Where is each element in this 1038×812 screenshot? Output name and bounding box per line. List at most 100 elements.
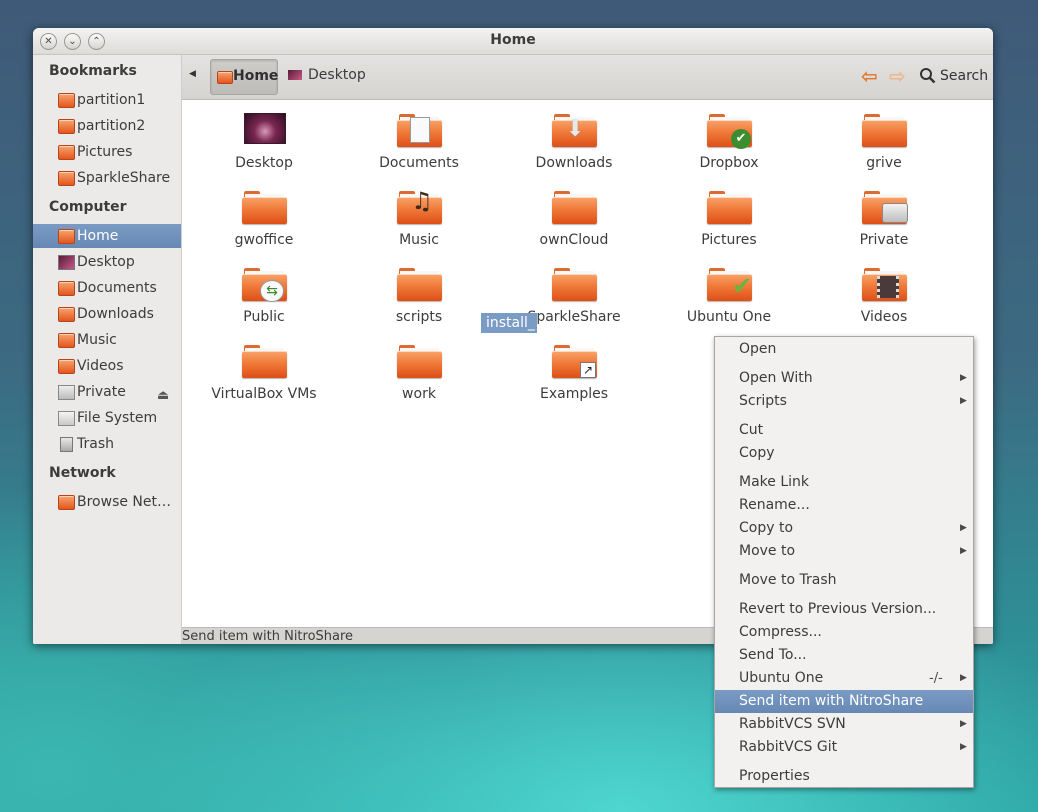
search-icon [920, 68, 936, 84]
menu-item-rename[interactable]: Rename... [715, 494, 973, 517]
file-item[interactable]: ✔ Ubuntu One [654, 254, 804, 326]
file-item[interactable]: ✔ Dropbox [654, 100, 804, 172]
menu-item-label: Compress... [739, 624, 822, 640]
breadcrumb-home[interactable]: Home [210, 59, 278, 95]
file-item[interactable]: Documents [344, 100, 494, 172]
folder-icon [58, 145, 75, 160]
menu-item-open[interactable]: Open [715, 338, 973, 361]
menu-item-ubuntu-one[interactable]: Ubuntu One -/- ▶ [715, 667, 973, 690]
selected-file-label[interactable]: install_ [481, 313, 537, 333]
sidebar-item-sparkleshare[interactable]: SparkleShare [33, 166, 181, 190]
submenu-arrow-icon: ▶ [960, 742, 967, 752]
eject-icon[interactable]: ⏏ [157, 384, 169, 408]
file-item[interactable]: ⬇ Downloads [499, 100, 649, 172]
file-item[interactable]: VirtualBox VMs [189, 331, 339, 403]
folder-public-icon: ⇆ [242, 268, 287, 302]
folder-private-icon [862, 191, 908, 224]
folder-documents-icon [397, 114, 442, 147]
sidebar-item-file-system[interactable]: File System [33, 406, 181, 430]
sidebar-item-videos[interactable]: Videos [33, 354, 181, 378]
file-item[interactable]: Desktop [189, 100, 339, 172]
sidebar-item-label: partition2 [77, 118, 146, 134]
submenu-arrow-icon: ▶ [960, 673, 967, 683]
file-item[interactable]: ♫ Music [344, 177, 494, 249]
menu-item-label: Move to Trash [739, 572, 837, 588]
sidebar-item-desktop[interactable]: Desktop [33, 250, 181, 274]
folder-link-icon: ↗ [552, 345, 597, 378]
submenu-arrow-icon: ▶ [960, 546, 967, 556]
context-menu: Open Open With ▶ Scripts ▶ Cut Copy Make Link Re… [714, 336, 974, 788]
folder-icon [707, 191, 752, 224]
menu-item-send-to[interactable]: Send To... [715, 644, 973, 667]
downloads-folder-icon [58, 307, 75, 322]
menu-item-cut[interactable]: Cut [715, 419, 973, 442]
menu-item-label: Send To... [739, 647, 807, 663]
menu-item-label: Cut [739, 422, 764, 438]
file-name: Ubuntu One [686, 309, 772, 325]
file-item[interactable]: Videos [809, 254, 959, 326]
menu-item-copy-to[interactable]: Copy to ▶ [715, 517, 973, 540]
home-folder-icon [58, 229, 75, 244]
file-item[interactable]: Pictures [654, 177, 804, 249]
file-item[interactable]: ↗ Examples [499, 331, 649, 403]
folder-icon [58, 171, 75, 186]
file-item[interactable]: scripts [344, 254, 494, 326]
sidebar-item-partition1[interactable]: partition1 [33, 88, 181, 112]
menu-item-properties[interactable]: Properties [715, 765, 973, 788]
menu-item-compress[interactable]: Compress... [715, 621, 973, 644]
sidebar-item-label: Documents [77, 280, 157, 296]
folder-icon [552, 191, 597, 224]
menu-item-open-with[interactable]: Open With ▶ [715, 367, 973, 390]
file-name: VirtualBox VMs [211, 386, 317, 402]
menu-item-send-item-with-nitroshare[interactable]: Send item with NitroShare [715, 690, 973, 713]
folder-downloads-icon: ⬇ [552, 114, 597, 147]
sidebar-header-network: Network [49, 465, 116, 481]
menu-item-revert-to-previous-version[interactable]: Revert to Previous Version... [715, 598, 973, 621]
folder-dropbox-icon: ✔ [707, 114, 752, 149]
sidebar-item-label: Trash [77, 436, 114, 452]
menu-item-scripts[interactable]: Scripts ▶ [715, 390, 973, 413]
file-name: gwoffice [234, 232, 294, 248]
file-name: Pictures [701, 232, 757, 248]
sidebar-item-downloads[interactable]: Downloads [33, 302, 181, 326]
forward-arrow-icon[interactable]: ⇨ [889, 64, 906, 88]
menu-item-copy[interactable]: Copy [715, 442, 973, 465]
submenu-arrow-icon: ▶ [960, 719, 967, 729]
sidebar-item-partition2[interactable]: partition2 [33, 114, 181, 138]
file-name: scripts [395, 309, 443, 325]
file-item[interactable]: ⇆ Public [189, 254, 339, 326]
menu-item-label: Ubuntu One [739, 670, 824, 686]
menu-item-label: Properties [739, 768, 810, 784]
breadcrumb-desktop-label: Desktop [308, 67, 366, 83]
back-arrow-icon[interactable]: ⇦ [861, 64, 878, 88]
sidebar-item-label: Home [77, 228, 119, 244]
title-bar[interactable]: ✕ ⌄ ⌃ Home [33, 28, 993, 55]
sidebar-item-home[interactable]: Home [33, 224, 181, 248]
window-title: Home [490, 32, 536, 48]
search-label: Search [940, 68, 989, 84]
sidebar-item-trash[interactable]: Trash [33, 432, 181, 456]
menu-item-rabbitvcs-svn[interactable]: RabbitVCS SVN ▶ [715, 713, 973, 736]
menu-item-rabbitvcs-git[interactable]: RabbitVCS Git ▶ [715, 736, 973, 759]
sidebar-item-label: File System [77, 410, 158, 426]
sidebar: Bookmarks partition1 partition2 Pictures… [33, 55, 182, 644]
sidebar-item-music[interactable]: Music [33, 328, 181, 352]
menu-item-move-to-trash[interactable]: Move to Trash [715, 569, 973, 592]
file-item[interactable]: work [344, 331, 494, 403]
drive-icon [58, 385, 75, 400]
file-item[interactable]: ownCloud [499, 177, 649, 249]
sidebar-item-pictures[interactable]: Pictures [33, 140, 181, 164]
menu-item-make-link[interactable]: Make Link [715, 471, 973, 494]
file-item[interactable]: grive [809, 100, 959, 172]
sidebar-item-label: Desktop [77, 254, 135, 270]
sidebar-item-documents[interactable]: Documents [33, 276, 181, 300]
menu-item-move-to[interactable]: Move to ▶ [715, 540, 973, 563]
menu-item-label: Send item with NitroShare [739, 693, 924, 709]
breadcrumb-scroll-left-icon[interactable]: ◀ [189, 69, 196, 79]
file-item[interactable]: gwoffice [189, 177, 339, 249]
file-item[interactable]: Private [809, 177, 959, 249]
desktop-icon [58, 255, 75, 270]
sidebar-item-browse-network[interactable]: Browse Net… [33, 490, 181, 514]
folder-icon [552, 268, 597, 301]
sidebar-item-private[interactable]: Private ⏏ [33, 380, 181, 404]
